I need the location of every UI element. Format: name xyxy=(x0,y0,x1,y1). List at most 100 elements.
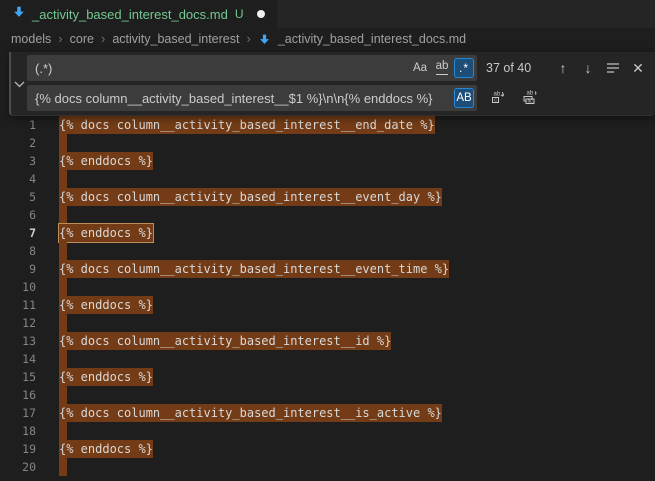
line-number: 9 xyxy=(0,260,36,278)
editor-line: 13 {% docs column__activity_based_intere… xyxy=(0,332,655,350)
find-match-empty-line xyxy=(59,458,67,476)
line-content[interactable] xyxy=(59,170,67,188)
find-query-text: (.*) xyxy=(35,61,410,76)
editor-line: 14 xyxy=(0,350,655,368)
line-number: 15 xyxy=(0,368,36,386)
line-content[interactable] xyxy=(59,242,67,260)
find-match: {% enddocs %} xyxy=(59,152,153,170)
line-content[interactable]: {% docs column__activity_based_interest_… xyxy=(59,116,435,134)
preserve-case-toggle[interactable]: AB xyxy=(454,88,474,108)
line-content[interactable] xyxy=(59,314,67,332)
find-match-empty-line xyxy=(59,134,67,152)
find-input[interactable]: (.*) Aa ab .* xyxy=(27,55,477,81)
editor-line: 8 xyxy=(0,242,655,260)
tab-filename: _activity_based_interest_docs.md xyxy=(32,7,228,22)
line-number: 8 xyxy=(0,242,36,260)
unsaved-dot-icon[interactable] xyxy=(257,10,265,18)
line-content[interactable] xyxy=(59,386,67,404)
regex-toggle[interactable]: .* xyxy=(454,58,474,78)
replace-row: {% docs column__activity_based_interest_… xyxy=(27,85,649,111)
line-content[interactable] xyxy=(59,134,67,152)
close-find-button[interactable]: ✕ xyxy=(627,57,649,79)
line-content[interactable]: {% enddocs %} xyxy=(59,368,153,386)
svg-text:c: c xyxy=(494,97,497,103)
chevron-right-icon: › xyxy=(101,32,105,45)
find-in-selection-icon xyxy=(606,60,620,77)
editor-area: 1 {% docs column__activity_based_interes… xyxy=(0,50,655,470)
line-content[interactable]: {% docs column__activity_based_interest_… xyxy=(59,332,391,350)
svg-text:ac: ac xyxy=(528,98,534,104)
line-number: 17 xyxy=(0,404,36,422)
whole-word-icon: ab xyxy=(436,61,449,75)
next-match-button[interactable]: ↓ xyxy=(577,57,599,79)
find-match-empty-line xyxy=(59,422,67,440)
find-widget-body: (.*) Aa ab .* 37 of 40 ↑ ↓ xyxy=(27,52,655,115)
replace-all-icon: ab ac xyxy=(522,89,538,108)
line-content[interactable]: {% docs column__activity_based_interest_… xyxy=(59,260,449,278)
breadcrumb-item-models[interactable]: models xyxy=(11,32,51,46)
breadcrumb-item-file[interactable]: _activity_based_interest_docs.md xyxy=(278,32,466,46)
editor-line: 20 xyxy=(0,458,655,476)
tab-activity-docs[interactable]: _activity_based_interest_docs.md U xyxy=(0,0,278,28)
line-content[interactable]: {% enddocs %} xyxy=(59,152,153,170)
line-number: 2 xyxy=(0,134,36,152)
find-match: {% enddocs %} xyxy=(59,296,153,314)
replace-all-button[interactable]: ab ac xyxy=(519,87,541,109)
find-match-empty-line xyxy=(59,242,67,260)
editor-line: 17 {% docs column__activity_based_intere… xyxy=(0,404,655,422)
current-find-match: {% enddocs %} xyxy=(59,224,153,242)
line-number: 7 xyxy=(0,224,36,242)
editor-line: 16 xyxy=(0,386,655,404)
line-number: 11 xyxy=(0,296,36,314)
line-number: 6 xyxy=(0,206,36,224)
close-icon: ✕ xyxy=(632,60,644,77)
replace-button[interactable]: ab c xyxy=(487,87,509,109)
find-match: {% docs column__activity_based_interest_… xyxy=(59,116,435,134)
git-status-badge: U xyxy=(235,7,244,21)
chevron-down-icon xyxy=(14,75,25,93)
editor-line: 19 {% enddocs %} xyxy=(0,440,655,458)
match-case-toggle[interactable]: Aa xyxy=(410,58,430,78)
line-content[interactable]: {% enddocs %} xyxy=(59,296,153,314)
line-content[interactable]: {% docs column__activity_based_interest_… xyxy=(59,188,442,206)
replace-value-text: {% docs column__activity_based_interest_… xyxy=(35,91,454,106)
line-content[interactable] xyxy=(59,206,67,224)
find-match: {% docs column__activity_based_interest_… xyxy=(59,260,449,278)
line-number: 3 xyxy=(0,152,36,170)
line-number: 12 xyxy=(0,314,36,332)
find-match: {% docs column__activity_based_interest_… xyxy=(59,188,442,206)
line-content[interactable] xyxy=(59,350,67,368)
breadcrumb-item-activity-based-interest[interactable]: activity_based_interest xyxy=(112,32,239,46)
find-match: {% docs column__activity_based_interest_… xyxy=(59,332,391,350)
line-content[interactable] xyxy=(59,422,67,440)
line-number: 18 xyxy=(0,422,36,440)
arrow-down-icon: ↓ xyxy=(585,60,592,76)
find-match-empty-line xyxy=(59,170,67,188)
replace-icon: ab c xyxy=(490,89,506,108)
find-match: {% enddocs %} xyxy=(59,368,153,386)
editor-line: 5 {% docs column__activity_based_interes… xyxy=(0,188,655,206)
find-match-empty-line xyxy=(59,386,67,404)
editor-line: 6 xyxy=(0,206,655,224)
find-in-selection-button[interactable] xyxy=(602,57,624,79)
preserve-case-icon: AB xyxy=(456,92,471,104)
line-content[interactable]: {% enddocs %} xyxy=(59,440,153,458)
previous-match-button[interactable]: ↑ xyxy=(552,57,574,79)
line-content[interactable]: {% enddocs %} xyxy=(59,224,153,242)
line-content[interactable] xyxy=(59,278,67,296)
line-content[interactable] xyxy=(59,458,67,476)
editor-line: 1 {% docs column__activity_based_interes… xyxy=(0,116,655,134)
whole-word-toggle[interactable]: ab xyxy=(432,58,452,78)
find-match-empty-line xyxy=(59,314,67,332)
breadcrumb: models › core › activity_based_interest … xyxy=(0,28,655,50)
chevron-right-icon: › xyxy=(246,32,250,45)
breadcrumb-item-core[interactable]: core xyxy=(70,32,94,46)
line-content[interactable]: {% docs column__activity_based_interest_… xyxy=(59,404,442,422)
line-number: 16 xyxy=(0,386,36,404)
toggle-replace-button[interactable] xyxy=(11,52,27,115)
svg-text:ab: ab xyxy=(494,91,501,97)
find-match: {% enddocs %} xyxy=(59,440,153,458)
replace-input[interactable]: {% docs column__activity_based_interest_… xyxy=(27,85,477,111)
line-number: 1 xyxy=(0,116,36,134)
find-match-empty-line xyxy=(59,206,67,224)
